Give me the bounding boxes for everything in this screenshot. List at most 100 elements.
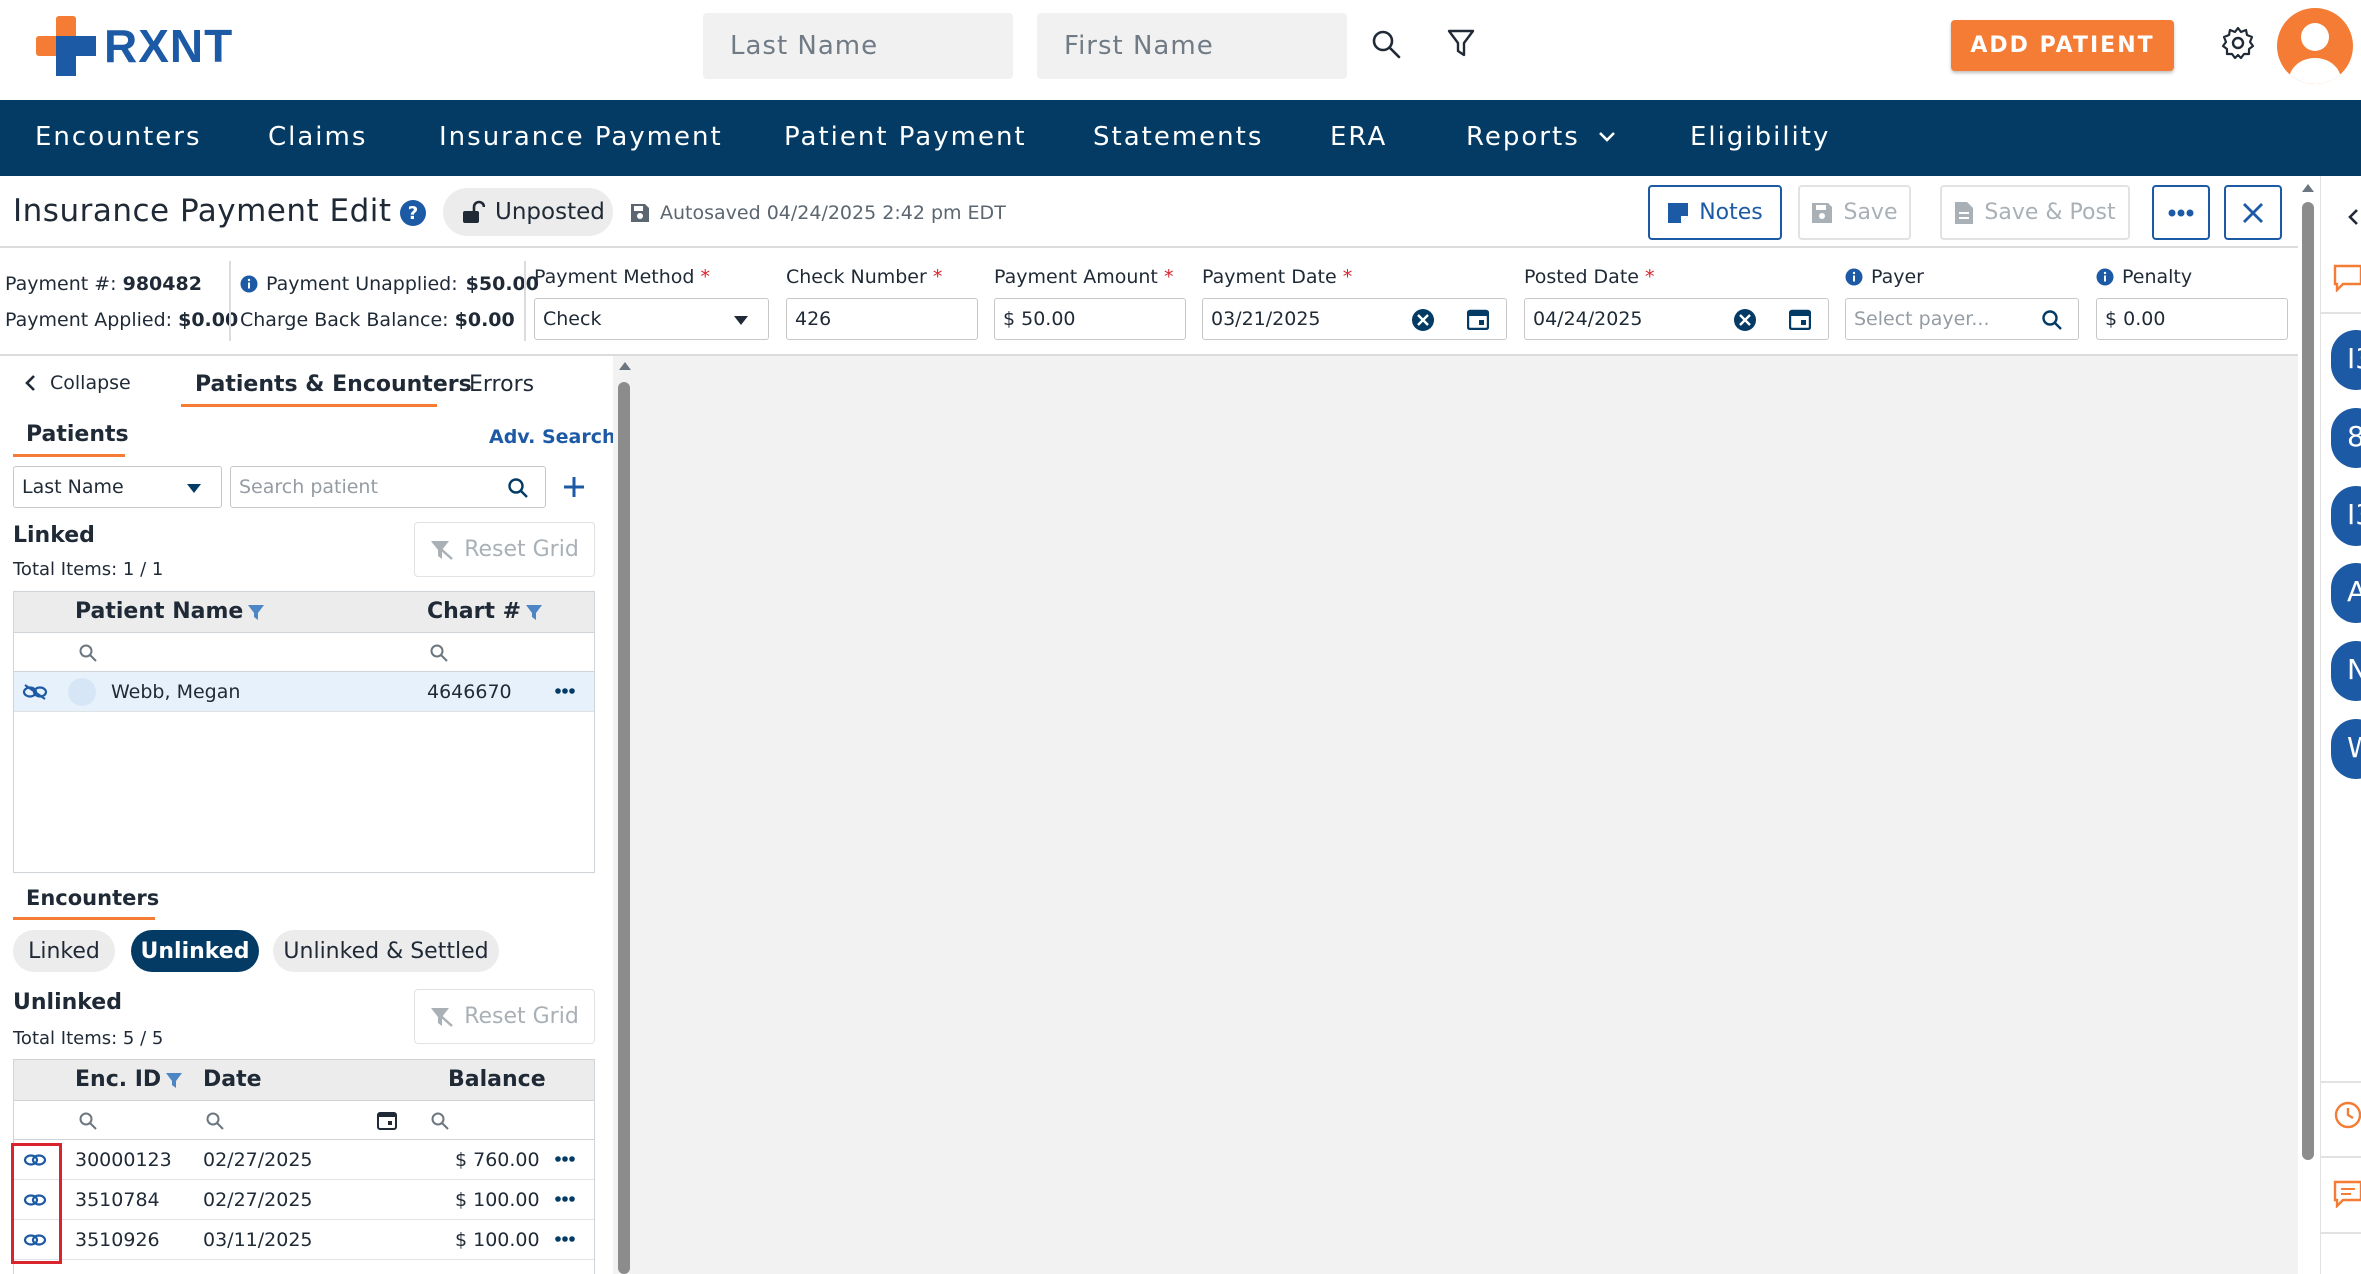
clock-icon[interactable] [2333,1100,2361,1130]
chart-number: 4646670 [427,681,512,703]
table-row[interactable]: 3510784 02/27/2025 $ 100.00 [14,1180,594,1220]
info-icon[interactable] [240,275,258,293]
payment-amount-input[interactable]: $ 50.00 [994,298,1186,340]
search-by-select[interactable]: Last Name [13,466,222,508]
close-button[interactable] [2224,185,2282,240]
clear-icon[interactable] [1411,308,1435,332]
enc-date: 02/27/2025 [203,1189,313,1211]
first-name-search-input[interactable]: First Name [1037,13,1347,79]
search-icon[interactable] [205,1111,225,1131]
column-filter-icon[interactable] [247,603,265,621]
search-patient-input[interactable]: Search patient [230,466,546,508]
table-row[interactable]: 3510926 03/11/2025 $ 100.00 [14,1220,594,1260]
filter-linked[interactable]: Linked [13,930,115,972]
search-icon[interactable] [507,477,529,499]
nav-claims[interactable]: Claims [268,122,367,152]
reset-grid-button[interactable]: Reset Grid [414,989,595,1044]
adv-search-link[interactable]: Adv. Search [489,426,616,448]
rxnt-logo[interactable]: RXNT [36,16,233,76]
user-avatar[interactable] [2277,8,2353,84]
unlink-icon[interactable] [22,683,48,701]
info-icon[interactable] [1845,268,1863,286]
page-header: Insurance Payment Edit ? Unposted Autosa… [0,176,2305,248]
search-icon[interactable] [429,643,449,663]
nav-encounters[interactable]: Encounters [35,122,202,152]
enc-date: 02/27/2025 [203,1149,313,1171]
message-icon[interactable] [2333,1180,2361,1208]
info-icon[interactable] [2096,268,2114,286]
row-actions-icon[interactable] [555,688,575,694]
nav-reports[interactable]: Reports [1466,122,1616,152]
row-actions-icon[interactable] [555,1156,575,1162]
left-panel-scrollbar[interactable] [613,356,637,1274]
search-icon[interactable] [1368,26,1404,62]
col-patient-name[interactable]: Patient Name [75,599,265,624]
search-icon[interactable] [78,643,98,663]
notes-button[interactable]: Notes [1648,185,1782,240]
nav-eligibility[interactable]: Eligibility [1690,122,1830,152]
unlock-icon [463,200,485,223]
enc-id: 30000123 [75,1149,172,1171]
table-row[interactable]: 30000123 02/27/2025 $ 760.00 [14,1140,594,1180]
add-patient-button[interactable]: ADD PATIENT [1951,20,2174,71]
collapse-button[interactable]: Collapse [24,372,131,394]
clear-icon[interactable] [1733,308,1757,332]
column-filter-icon[interactable] [165,1071,183,1089]
nav-insurance-payment[interactable]: Insurance Payment [439,122,723,152]
scroll-thumb[interactable] [2302,202,2314,1160]
grid-header: Patient Name Chart # [14,592,594,633]
nav-patient-payment[interactable]: Patient Payment [784,122,1027,152]
add-patient-icon[interactable] [563,476,585,498]
payment-date-input[interactable]: 03/21/2025 [1202,298,1507,340]
scroll-up-icon[interactable] [619,362,631,370]
payment-method-select[interactable]: Check [534,298,769,340]
grid-filter-row [14,1101,594,1140]
help-icon[interactable]: ? [399,199,427,227]
table-row[interactable]: Webb, Megan 4646670 [14,672,594,712]
more-options-button[interactable] [2152,185,2210,240]
col-date[interactable]: Date [203,1067,262,1092]
scroll-thumb[interactable] [618,382,630,1274]
gear-icon[interactable] [2219,24,2257,62]
search-icon[interactable] [78,1111,98,1131]
row-actions-icon[interactable] [555,1196,575,1202]
chat-icon[interactable] [2333,264,2361,292]
nav-era[interactable]: ERA [1330,122,1387,152]
page-scrollbar[interactable] [2298,176,2318,1274]
tab-patients[interactable]: Patients [26,422,129,447]
tab-patients-encounters[interactable]: Patients & Encounters [195,372,472,397]
penalty-input[interactable]: $ 0.00 [2096,298,2288,340]
calendar-icon[interactable] [377,1110,397,1130]
col-chart-number[interactable]: Chart # [427,599,543,624]
active-tab-underline [13,917,155,920]
calendar-icon[interactable] [1467,308,1489,330]
reset-grid-button[interactable]: Reset Grid [414,522,595,577]
posted-date-input[interactable]: 04/24/2025 [1524,298,1829,340]
check-number-label: Check Number * [786,266,943,288]
column-filter-icon[interactable] [525,603,543,621]
row-actions-icon[interactable] [555,1236,575,1242]
payer-label: Payer [1845,266,1924,288]
check-number-input[interactable]: 426 [786,298,978,340]
payer-search-input[interactable]: Select payer... [1845,298,2079,340]
tab-encounters[interactable]: Encounters [26,886,159,910]
linked-total: Total Items: 1 / 1 [13,559,164,580]
save-and-post-button[interactable]: Save & Post [1940,185,2130,240]
col-enc-id[interactable]: Enc. ID [75,1067,183,1092]
filter-icon[interactable] [1443,25,1479,61]
tab-errors[interactable]: Errors [469,372,534,397]
caret-down-icon [734,316,748,325]
status-unposted-badge[interactable]: Unposted [443,188,613,236]
payment-number: Payment #: 980482 [5,273,202,295]
last-name-search-input[interactable]: Last Name [703,13,1013,79]
save-button[interactable]: Save [1798,185,1911,240]
scroll-up-icon[interactable] [2302,184,2314,192]
nav-statements[interactable]: Statements [1093,122,1263,152]
search-icon[interactable] [430,1111,450,1131]
calendar-icon[interactable] [1789,308,1811,330]
filter-unlinked-settled[interactable]: Unlinked & Settled [273,930,499,972]
col-balance[interactable]: Balance [448,1067,546,1092]
divider [2321,1232,2361,1234]
filter-unlinked[interactable]: Unlinked [131,930,259,972]
chevron-left-icon[interactable] [2347,208,2359,226]
